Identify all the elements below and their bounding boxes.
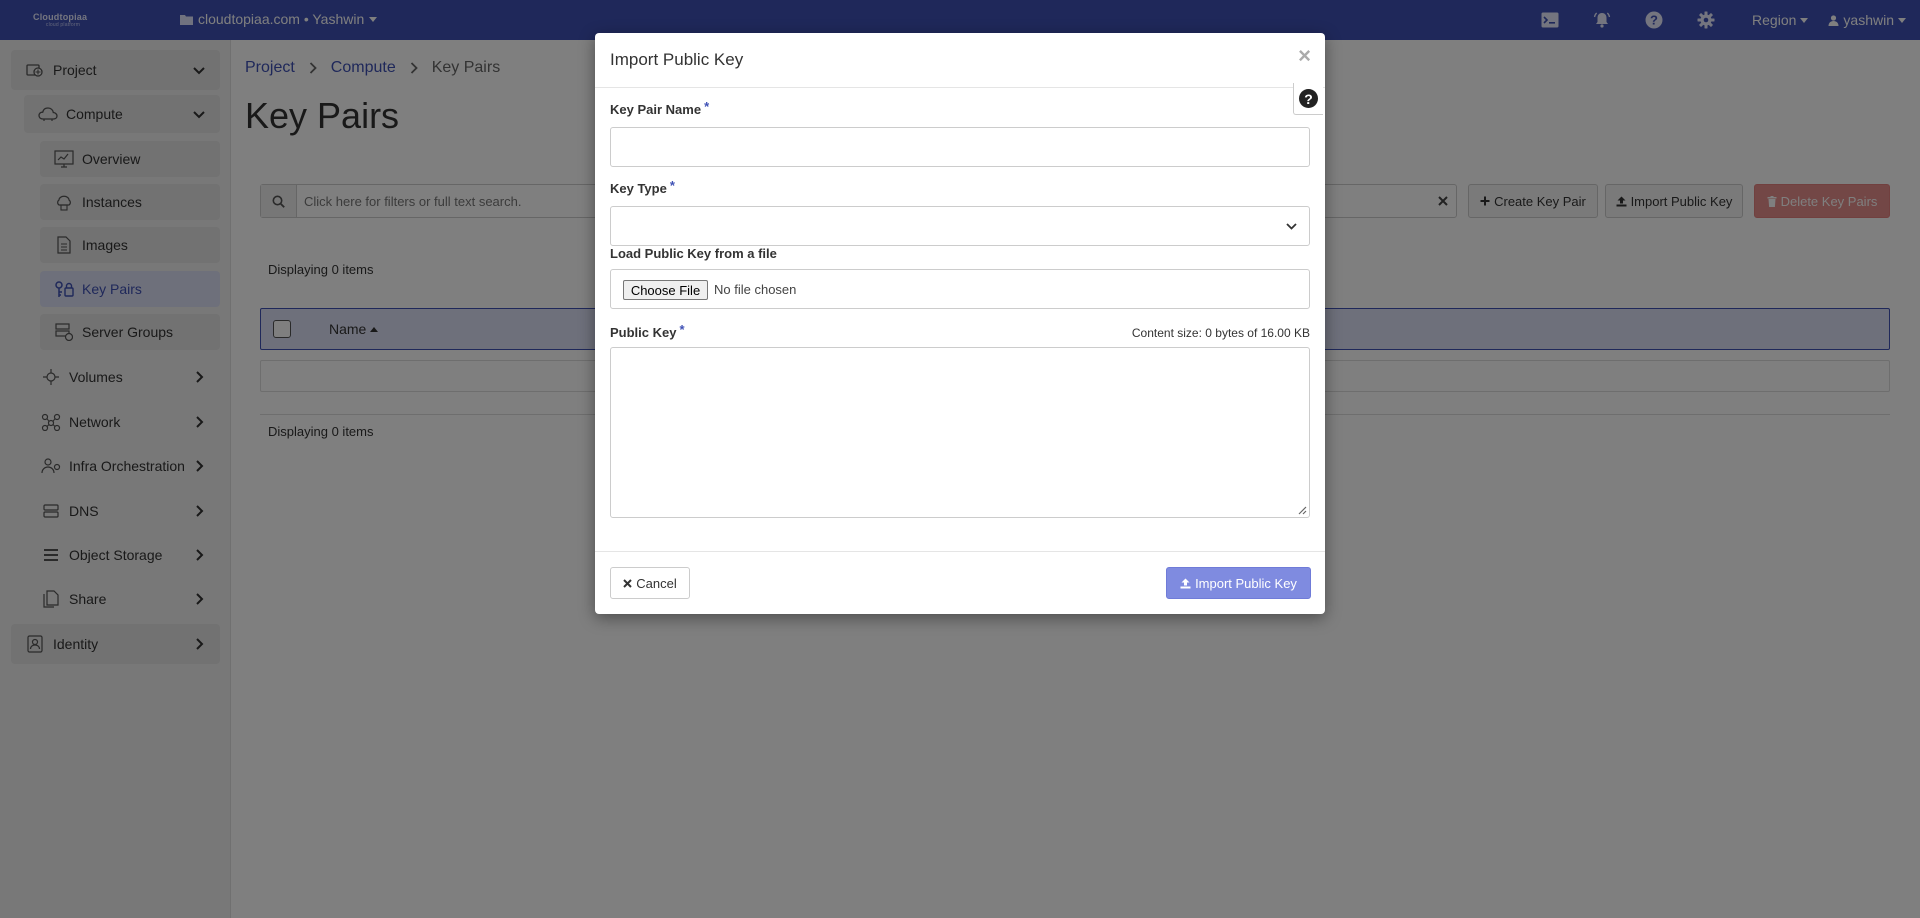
resize-handle-icon[interactable] [1297,505,1307,515]
choose-file-button[interactable]: Choose File [623,280,708,300]
modal-header: Import Public Key × [595,33,1325,88]
chevron-down-icon [1286,223,1297,230]
import-public-key-submit-button[interactable]: Import Public Key [1166,567,1311,599]
key-pair-name-input[interactable] [610,127,1310,167]
key-pair-name-label: Key Pair Name * [610,99,710,117]
cancel-button[interactable]: Cancel [610,567,690,599]
help-icon: ? [1299,89,1318,108]
modal-footer: Cancel Import Public Key [595,551,1325,614]
upload-icon [1180,578,1191,588]
modal-title: Import Public Key [610,50,744,69]
cancel-button-label: Cancel [636,575,677,591]
import-public-key-submit-label: Import Public Key [1195,575,1297,591]
content-size-text: Content size: 0 bytes of 16.00 KB [1131,326,1310,340]
load-file-label: Load Public Key from a file [610,246,777,261]
file-status-text: No file chosen [714,282,797,297]
required-marker: * [679,322,685,337]
key-pair-name-label-text: Key Pair Name [610,102,702,117]
public-key-textarea[interactable] [610,347,1310,518]
public-key-label: Public Key * [610,322,685,340]
key-type-label-text: Key Type [610,181,667,196]
public-key-label-text: Public Key [610,325,677,340]
help-toggle[interactable]: ? [1293,83,1323,115]
key-type-label: Key Type * [610,178,675,196]
import-public-key-dialog: Import Public Key × ? Key Pair Name * Key… [595,33,1325,614]
key-type-select[interactable] [610,206,1310,246]
public-key-file-input: Choose File No file chosen [610,269,1310,309]
close-icon[interactable]: × [1298,45,1311,67]
close-icon [623,578,632,588]
required-marker: * [704,99,710,114]
required-marker: * [669,178,675,193]
